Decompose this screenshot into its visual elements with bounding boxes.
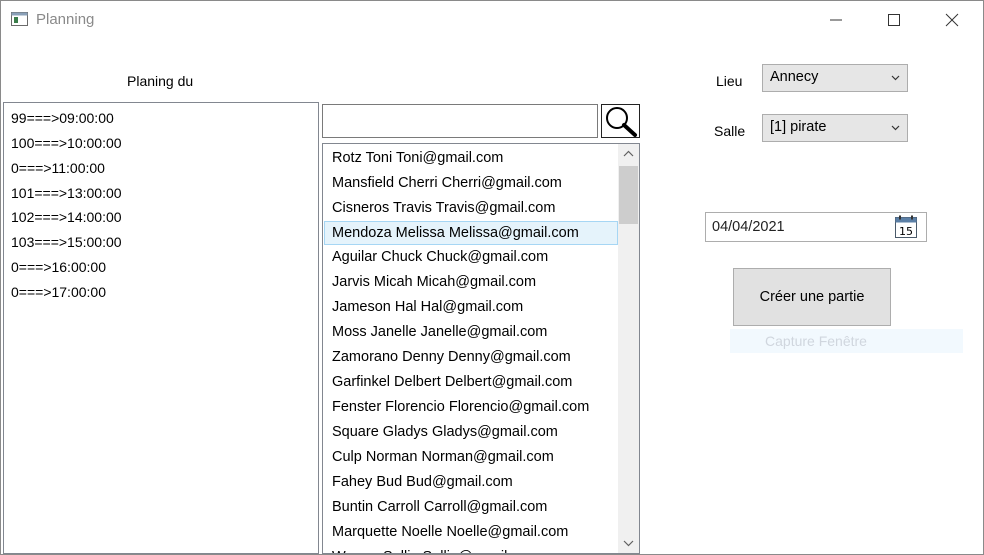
close-button[interactable]: [923, 1, 981, 39]
player-item[interactable]: Fahey Bud Bud@gmail.com: [324, 470, 618, 494]
player-item[interactable]: Marquette Noelle Noelle@gmail.com: [324, 520, 618, 544]
date-picker[interactable]: 04/04/2021 15: [705, 212, 927, 242]
capture-window-button[interactable]: Capture Fenêtre: [730, 329, 963, 353]
search-input[interactable]: [322, 104, 598, 138]
planning-item[interactable]: 99===>09:00:00: [11, 110, 114, 126]
magnifier-icon: [606, 107, 637, 137]
date-value[interactable]: 04/04/2021: [712, 219, 785, 235]
chevron-down-icon: [891, 125, 900, 131]
planning-list[interactable]: 99===>09:00:00 100===>10:00:00 0===>11:0…: [3, 102, 319, 554]
player-item[interactable]: Buntin Carroll Carroll@gmail.com: [324, 495, 618, 519]
calendar-icon-day: 15: [899, 225, 913, 238]
salle-value: [1] pirate: [770, 119, 827, 135]
lieu-label: Lieu: [716, 73, 743, 89]
player-item[interactable]: Culp Norman Norman@gmail.com: [324, 445, 618, 469]
planning-item[interactable]: 101===>13:00:00: [11, 185, 122, 201]
window-title: Planning: [36, 11, 95, 28]
player-item-selected[interactable]: Mendoza Melissa Melissa@gmail.com: [324, 221, 618, 245]
maximize-icon: [888, 14, 900, 26]
player-item[interactable]: Garfinkel Delbert Delbert@gmail.com: [324, 370, 618, 394]
player-list-scrollbar[interactable]: [618, 144, 639, 553]
planning-item[interactable]: 0===>17:00:00: [11, 284, 106, 300]
chevron-down-icon: [891, 75, 900, 81]
player-item[interactable]: Rotz Toni Toni@gmail.com: [324, 146, 618, 170]
player-item[interactable]: Fenster Florencio Florencio@gmail.com: [324, 395, 618, 419]
planning-item[interactable]: 103===>15:00:00: [11, 234, 122, 250]
calendar-icon[interactable]: 15: [894, 215, 918, 239]
player-item[interactable]: Jarvis Micah Micah@gmail.com: [324, 270, 618, 294]
app-window-icon: [11, 12, 28, 26]
scroll-down-icon[interactable]: [623, 539, 634, 547]
maximize-button[interactable]: [865, 1, 923, 39]
player-item[interactable]: Zamorano Denny Denny@gmail.com: [324, 345, 618, 369]
player-list[interactable]: Rotz Toni Toni@gmail.com Mansfield Cherr…: [322, 143, 640, 554]
minimize-icon: [830, 19, 842, 21]
lieu-combobox[interactable]: Annecy: [762, 64, 908, 92]
player-item[interactable]: Mansfield Cherri Cherri@gmail.com: [324, 171, 618, 195]
planning-item[interactable]: 102===>14:00:00: [11, 209, 122, 225]
planning-item[interactable]: 0===>11:00:00: [11, 160, 105, 176]
player-item[interactable]: Warren Sallie Sallie@gmail.com: [324, 545, 618, 553]
player-item[interactable]: Cisneros Travis Travis@gmail.com: [324, 196, 618, 220]
planning-window: Planning Planing du 99===>09:00:00 100==…: [0, 0, 984, 555]
player-item[interactable]: Aguilar Chuck Chuck@gmail.com: [324, 245, 618, 269]
lieu-value: Annecy: [770, 69, 819, 85]
player-item[interactable]: Jameson Hal Hal@gmail.com: [324, 295, 618, 319]
scrollbar-thumb[interactable]: [619, 166, 638, 224]
planning-item[interactable]: 100===>10:00:00: [11, 135, 122, 151]
title-bar[interactable]: Planning: [1, 1, 983, 39]
create-game-button[interactable]: Créer une partie: [733, 268, 891, 326]
search-button[interactable]: [601, 104, 640, 138]
player-item[interactable]: Moss Janelle Janelle@gmail.com: [324, 320, 618, 344]
close-icon: [945, 13, 959, 27]
capture-window-label: Capture Fenêtre: [765, 333, 867, 349]
scroll-up-icon[interactable]: [623, 150, 634, 158]
salle-combobox[interactable]: [1] pirate: [762, 114, 908, 142]
planning-item[interactable]: 0===>16:00:00: [11, 259, 106, 275]
salle-label: Salle: [714, 123, 746, 139]
player-item[interactable]: Square Gladys Gladys@gmail.com: [324, 420, 618, 444]
planning-label: Planing du: [127, 73, 194, 89]
minimize-button[interactable]: [807, 1, 865, 39]
